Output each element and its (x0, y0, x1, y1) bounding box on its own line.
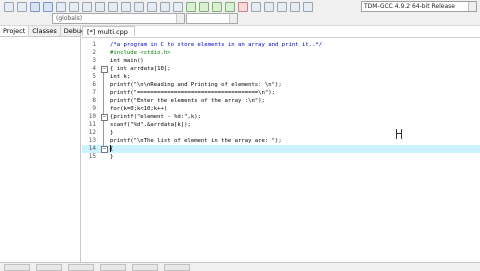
line-number: 8 (92, 97, 96, 104)
indent-icon[interactable] (134, 2, 144, 12)
line-number: 1 (92, 41, 96, 48)
undo-icon[interactable] (82, 2, 92, 12)
code-line[interactable]: 12 } (82, 129, 480, 137)
redo-icon[interactable] (95, 2, 105, 12)
code-line[interactable]: 11 scanf("%d",&arrdata[k]); (82, 121, 480, 129)
code-line[interactable]: 4 { int arrdata[10]; (82, 65, 480, 73)
fold-toggle-icon[interactable]: − (101, 66, 108, 73)
left-panel-tabs: Project Classes Debug (0, 26, 90, 37)
code-line[interactable]: 6 printf("\n\nReading and Printing of el… (82, 81, 480, 89)
chart-icon[interactable] (264, 2, 274, 12)
left-panel: Project Classes Debug (0, 26, 90, 262)
goto-icon[interactable] (303, 2, 313, 12)
line-text: /*a program in C to store elements in an… (110, 42, 323, 48)
line-text: for(k=0;k<10;k++) (110, 106, 168, 112)
code-editor[interactable]: 1 /*a program in C to store elements in … (82, 37, 480, 263)
file-tab[interactable]: [*] multi.cpp (82, 26, 135, 36)
scope-select[interactable]: (globals) (52, 13, 185, 24)
line-text: scanf("%d",&arrdata[k]); (110, 122, 191, 128)
scope-select-value: (globals) (56, 15, 83, 22)
chevron-down-icon[interactable] (229, 14, 237, 23)
code-line[interactable]: 7 printf("==============================… (82, 89, 480, 97)
line-text: int main() (110, 58, 144, 64)
editor-tabs: [*] multi.cpp (82, 26, 135, 36)
code-line[interactable]: 3 int main() (82, 57, 480, 65)
line-text: int k; (110, 74, 131, 80)
print-icon[interactable] (69, 2, 79, 12)
line-number: 6 (92, 81, 96, 88)
replace-icon[interactable] (121, 2, 131, 12)
new-class-icon[interactable] (277, 2, 287, 12)
open-file-icon[interactable] (17, 2, 27, 12)
save-icon[interactable] (30, 2, 40, 12)
compiler-select-value: TDM-GCC 4.9.2 64-bit Release (364, 3, 455, 10)
compile-icon[interactable] (186, 2, 196, 12)
line-text: { int arrdata[10]; (110, 66, 171, 72)
line-text: printf("Enter the elements of the array … (110, 98, 265, 104)
line-number: 9 (92, 105, 96, 112)
line-number: 5 (92, 73, 96, 80)
save-all-icon[interactable] (43, 2, 53, 12)
code-line[interactable]: 10 {printf("element - %d:",k); (82, 113, 480, 121)
debug-icon[interactable] (238, 2, 248, 12)
toolbar-buttons (4, 2, 313, 12)
tab-project[interactable]: Project (0, 26, 30, 36)
run-icon[interactable] (199, 2, 209, 12)
line-text: #include <stdio.h> (110, 50, 171, 56)
line-text: {printf("element - %d:",k); (110, 114, 201, 120)
new-file-icon[interactable] (4, 2, 14, 12)
line-number: 15 (88, 153, 96, 160)
code-line[interactable]: 1 /*a program in C to store elements in … (82, 41, 480, 49)
code-line[interactable]: 13 printf("\nThe list of element in the … (82, 137, 480, 145)
line-text: } (110, 154, 114, 160)
line-number: 7 (92, 89, 96, 96)
find-icon[interactable] (108, 2, 118, 12)
code-line[interactable]: 2 #include <stdio.h> (82, 49, 480, 57)
rebuild-icon[interactable] (225, 2, 235, 12)
symbol-select[interactable] (186, 13, 238, 24)
toggle-bookmark-icon[interactable] (160, 2, 170, 12)
line-number: 3 (92, 57, 96, 64)
line-number: 10 (88, 113, 96, 120)
ibeam-cursor-icon (396, 129, 402, 139)
line-number: 14 (88, 145, 96, 152)
line-text: printf("================================… (110, 90, 276, 96)
fold-guide (103, 73, 104, 152)
text-caret (110, 145, 111, 152)
compiler-select[interactable]: TDM-GCC 4.9.2 64-bit Release (361, 1, 477, 12)
line-number: 13 (88, 137, 96, 144)
code-line[interactable]: 5 int k; (82, 73, 480, 81)
tab-classes[interactable]: Classes (29, 26, 61, 36)
current-code-line[interactable]: 14 { (82, 145, 480, 153)
code-line[interactable]: 8 printf("Enter the elements of the arra… (82, 97, 480, 105)
insert-icon[interactable] (290, 2, 300, 12)
line-number: 11 (88, 121, 96, 128)
line-text: printf("\nThe list of element in the arr… (110, 138, 282, 144)
line-number: 4 (92, 65, 96, 72)
code-line[interactable]: 9 for(k=0;k<10;k++) (82, 105, 480, 113)
chevron-down-icon[interactable] (176, 14, 184, 23)
line-number: 2 (92, 49, 96, 56)
fold-toggle-icon[interactable]: − (101, 146, 108, 153)
toolbar: TDM-GCC 4.9.2 64-bit Release (globals) (0, 0, 480, 26)
goto-bookmark-icon[interactable] (173, 2, 183, 12)
unindent-icon[interactable] (147, 2, 157, 12)
profile-icon[interactable] (251, 2, 261, 12)
code-line[interactable]: 15 } (82, 153, 480, 161)
fold-toggle-icon[interactable]: − (101, 114, 108, 121)
line-number: 12 (88, 129, 96, 136)
chevron-down-icon[interactable] (468, 2, 476, 11)
line-text: printf("\n\nReading and Printing of elem… (110, 82, 282, 88)
close-file-icon[interactable] (56, 2, 66, 12)
line-text: } (110, 130, 114, 136)
compile-run-icon[interactable] (212, 2, 222, 12)
